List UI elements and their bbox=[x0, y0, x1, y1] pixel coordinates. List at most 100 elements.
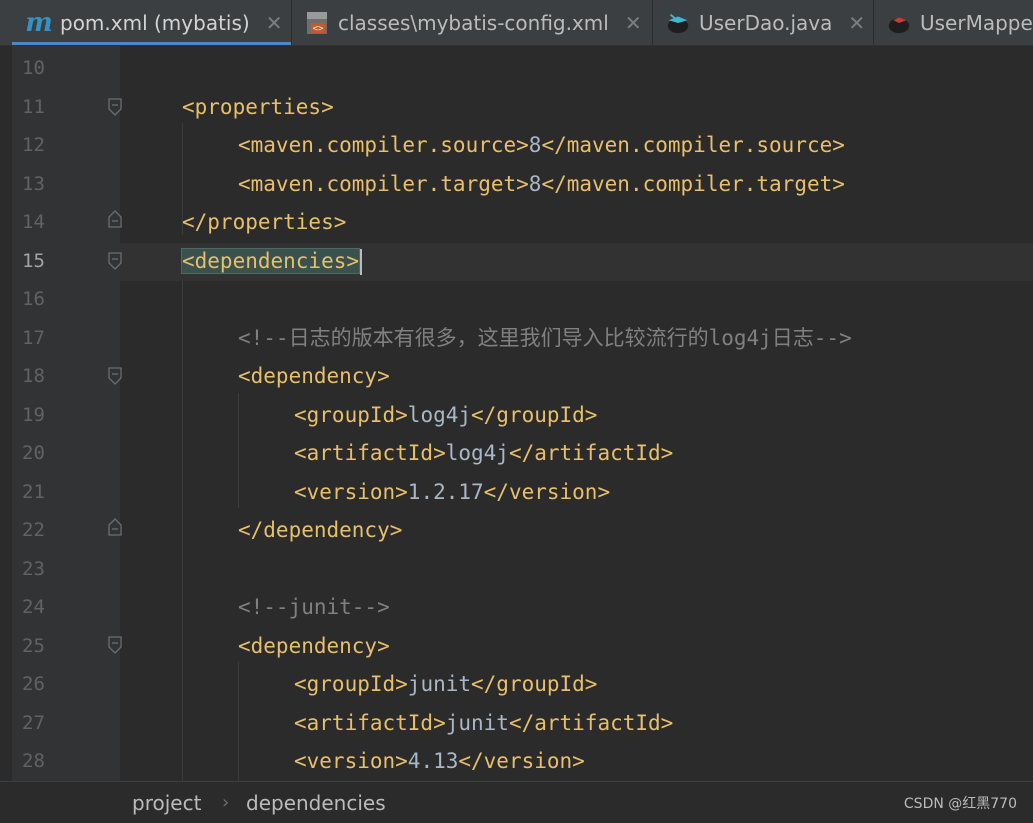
code-line[interactable]: 16 bbox=[0, 280, 1033, 319]
breadcrumb: project › dependencies CSDN @红黑770 bbox=[0, 781, 1033, 823]
close-icon[interactable]: ✕ bbox=[266, 11, 283, 35]
code-line[interactable]: 13 <maven.compiler.target>8</maven.compil… bbox=[0, 165, 1033, 204]
xml-tag: <artifactId> bbox=[294, 710, 446, 735]
code-text: <dependency> bbox=[238, 627, 390, 666]
breadcrumb-item-project[interactable]: project bbox=[132, 782, 201, 823]
xml-tag: <groupId> bbox=[294, 672, 408, 696]
java-mapper-icon bbox=[886, 10, 912, 36]
line-number: 24 bbox=[22, 596, 45, 618]
code-text: <properties> bbox=[182, 88, 334, 127]
xml-tag: </artifactId> bbox=[508, 441, 674, 465]
line-number: 27 bbox=[22, 711, 45, 734]
xml-tag: </properties> bbox=[182, 210, 347, 234]
xml-text: 8 bbox=[528, 133, 542, 157]
xml-tag: </maven.compiler.source> bbox=[541, 133, 845, 157]
line-number: 28 bbox=[22, 750, 45, 772]
xml-tag: <groupId> bbox=[294, 402, 408, 427]
line-number: 18 bbox=[22, 365, 45, 387]
tab-pom-xml[interactable]: m pom.xml (mybatis) ✕ bbox=[12, 0, 291, 45]
tab-label: UserMappe bbox=[920, 11, 1033, 35]
xml-text: junit bbox=[445, 710, 509, 735]
code-line[interactable]: 12 <maven.compiler.source>8</maven.compil… bbox=[0, 126, 1033, 165]
xml-text: 4.13 bbox=[407, 749, 459, 773]
xml-tag: <properties> bbox=[182, 94, 334, 119]
xml-text: log4j bbox=[445, 441, 509, 465]
line-number: 14 bbox=[22, 211, 45, 233]
code-line[interactable]: 22 </dependency> bbox=[0, 511, 1033, 550]
watermark: CSDN @红黑770 bbox=[903, 796, 1017, 812]
code-line[interactable]: 17 <!--日志的版本有很多，这里我们导入比较流行的log4j日志--> bbox=[0, 319, 1033, 358]
line-number: 19 bbox=[22, 403, 45, 426]
java-interface-icon bbox=[665, 10, 691, 36]
xml-text: junit bbox=[407, 672, 472, 696]
code-line[interactable]: 14 </properties> bbox=[0, 203, 1033, 242]
code-line[interactable]: 21 <version>1.2.17</version> bbox=[0, 473, 1033, 512]
line-number: 20 bbox=[22, 442, 45, 464]
xml-tag: </groupId> bbox=[471, 402, 598, 427]
line-number: 21 bbox=[22, 480, 45, 503]
xml-tag: <version> bbox=[294, 749, 408, 773]
close-icon[interactable]: ✕ bbox=[848, 11, 865, 35]
code-text: <maven.compiler.target>8</maven.compiler… bbox=[238, 165, 845, 204]
line-number: 25 bbox=[22, 634, 45, 657]
tab-label: pom.xml (mybatis) bbox=[60, 11, 250, 35]
code-line[interactable]: 25 <dependency> bbox=[0, 627, 1033, 666]
xml-tag: <dependencies> bbox=[180, 247, 361, 274]
xml-tag: </groupId> bbox=[471, 672, 598, 696]
line-number: 10 bbox=[22, 57, 45, 79]
code-text: <groupId>junit</groupId> bbox=[294, 665, 597, 704]
code-editor[interactable]: 10 11 <properties> 12 <maven.compiler.source… bbox=[0, 46, 1033, 781]
tab-usermapper[interactable]: UserMappe bbox=[874, 0, 1033, 45]
xml-file-icon: <> bbox=[304, 10, 330, 36]
code-line[interactable]: 28 <version>4.13</version> bbox=[0, 742, 1033, 781]
tab-userdao-java[interactable]: UserDao.java ✕ bbox=[653, 0, 873, 45]
code-text: </dependency> bbox=[238, 511, 402, 550]
xml-comment: <!--junit--> bbox=[238, 595, 390, 619]
line-number: 23 bbox=[22, 557, 45, 580]
line-number: 13 bbox=[22, 172, 45, 195]
breadcrumb-item-dependencies[interactable]: dependencies bbox=[246, 782, 386, 823]
line-number: 16 bbox=[22, 288, 45, 310]
xml-tag: <dependency> bbox=[238, 364, 390, 388]
code-text: <dependencies> bbox=[180, 242, 363, 281]
code-line[interactable]: 27 <artifactId>junit</artifactId> bbox=[0, 704, 1033, 743]
code-line[interactable]: 18 <dependency> bbox=[0, 357, 1033, 396]
code-text: <version>1.2.17</version> bbox=[294, 473, 610, 512]
code-line[interactable]: 15 <dependencies> bbox=[0, 242, 1033, 281]
line-number: 17 bbox=[22, 326, 45, 349]
xml-tag: </maven.compiler.target> bbox=[541, 171, 845, 196]
xml-text: log4j bbox=[407, 402, 472, 427]
xml-tag: <version> bbox=[294, 479, 408, 504]
xml-tag: </artifactId> bbox=[508, 710, 674, 735]
xml-tag: </version> bbox=[483, 479, 611, 504]
code-text: <maven.compiler.source>8</maven.compiler… bbox=[238, 126, 845, 165]
code-line[interactable]: 23 bbox=[0, 550, 1033, 589]
line-number: 15 bbox=[22, 249, 45, 272]
tab-mybatis-config[interactable]: <> classes\mybatis-config.xml ✕ bbox=[292, 0, 652, 45]
text-caret bbox=[360, 248, 363, 275]
code-line[interactable]: 20 <artifactId>log4j</artifactId> bbox=[0, 434, 1033, 473]
tab-label: UserDao.java bbox=[699, 11, 833, 35]
xml-tag: </dependency> bbox=[238, 518, 403, 542]
code-text: <!--junit--> bbox=[238, 588, 390, 627]
xml-tag: <maven.compiler.source> bbox=[238, 133, 529, 157]
maven-m-icon: m bbox=[25, 8, 53, 38]
xml-tag: </version> bbox=[458, 749, 585, 773]
code-line[interactable]: 24 <!--junit--> bbox=[0, 588, 1033, 627]
xml-text: 8 bbox=[528, 171, 542, 196]
chevron-right-icon: › bbox=[222, 792, 230, 813]
code-text: <dependency> bbox=[238, 357, 390, 396]
code-text: <!--日志的版本有很多，这里我们导入比较流行的log4j日志--> bbox=[238, 319, 852, 358]
xml-text: 1.2.17 bbox=[407, 479, 484, 504]
code-line[interactable]: 11 <properties> bbox=[0, 88, 1033, 127]
xml-comment: <!--日志的版本有很多，这里我们导入比较流行的log4j日志--> bbox=[238, 325, 852, 350]
close-icon[interactable]: ✕ bbox=[625, 11, 642, 35]
code-text: <artifactId>junit</artifactId> bbox=[294, 704, 673, 743]
code-line[interactable]: 10 bbox=[0, 49, 1033, 88]
code-line[interactable]: 26 <groupId>junit</groupId> bbox=[0, 665, 1033, 704]
editor-tab-bar: m pom.xml (mybatis) ✕ <> classes\mybatis… bbox=[0, 0, 1033, 46]
xml-tag: <artifactId> bbox=[294, 441, 446, 465]
code-text: <groupId>log4j</groupId> bbox=[294, 396, 597, 435]
tab-label: classes\mybatis-config.xml bbox=[338, 11, 609, 35]
code-line[interactable]: 19 <groupId>log4j</groupId> bbox=[0, 396, 1033, 435]
